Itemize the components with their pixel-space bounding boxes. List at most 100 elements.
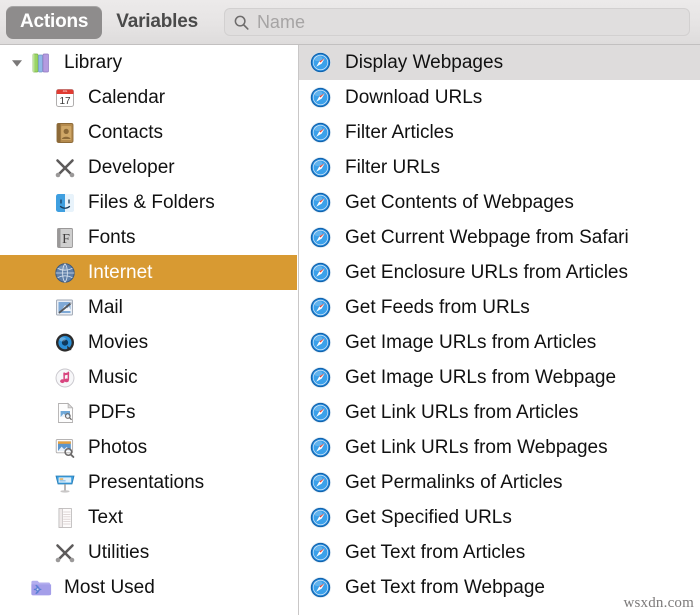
sidebar-item-label: Calendar bbox=[88, 87, 166, 108]
sidebar-item-utilities[interactable]: Utilities bbox=[0, 535, 298, 570]
globe-icon bbox=[55, 262, 75, 283]
safari-compass-icon bbox=[309, 51, 332, 74]
action-label: Get Image URLs from Articles bbox=[345, 332, 597, 353]
safari-compass-icon bbox=[309, 86, 332, 109]
library-sidebar[interactable]: Library JUL 17 Calendar Contacts Develop… bbox=[0, 45, 299, 615]
sidebar-item-presentations[interactable]: Presentations bbox=[0, 465, 298, 500]
action-row[interactable]: Get Link URLs from Webpages bbox=[299, 430, 700, 465]
sidebar-item-label: PDFs bbox=[88, 402, 136, 423]
svg-text:17: 17 bbox=[59, 96, 71, 107]
action-row[interactable]: Get Current Webpage from Safari bbox=[299, 220, 700, 255]
actions-list[interactable]: Display Webpages Download URLs Filter Ar… bbox=[299, 45, 700, 615]
action-row[interactable]: Get Permalinks of Articles bbox=[299, 465, 700, 500]
action-label: Get Permalinks of Articles bbox=[345, 472, 563, 493]
sidebar-item-label: Library bbox=[64, 52, 123, 73]
action-row[interactable]: Download URLs bbox=[299, 80, 700, 115]
search-field[interactable] bbox=[223, 8, 690, 36]
action-label: Get Text from Articles bbox=[345, 542, 526, 563]
sidebar-item-contacts[interactable]: Contacts bbox=[0, 115, 298, 150]
svg-text:F: F bbox=[62, 232, 70, 247]
action-row[interactable]: Get Specified URLs bbox=[299, 500, 700, 535]
site-watermark: wsxdn.com bbox=[623, 595, 694, 611]
safari-compass-icon bbox=[309, 261, 332, 284]
sidebar-item-music[interactable]: Music bbox=[0, 360, 298, 395]
action-label: Filter URLs bbox=[345, 157, 441, 178]
action-row[interactable]: Display Webpages bbox=[299, 45, 700, 80]
smart-folder-icon bbox=[31, 580, 52, 595]
itunes-note-icon bbox=[55, 368, 75, 387]
action-row[interactable]: Get Contents of Webpages bbox=[299, 185, 700, 220]
sidebar-item-calendar[interactable]: JUL 17 Calendar bbox=[0, 80, 298, 115]
sidebar-item-label: Presentations bbox=[88, 472, 205, 493]
action-row[interactable]: Get Text from Articles bbox=[299, 535, 700, 570]
safari-compass-icon bbox=[309, 436, 332, 459]
action-label: Get Link URLs from Webpages bbox=[345, 437, 608, 458]
font-book-icon: F bbox=[57, 227, 73, 248]
toolbar: Actions Variables bbox=[0, 0, 700, 45]
sidebar-item-pdfs[interactable]: PDFs bbox=[0, 395, 298, 430]
sidebar-item-mail[interactable]: Mail bbox=[0, 290, 298, 325]
presentation-icon bbox=[55, 475, 75, 493]
sidebar-item-label: Utilities bbox=[88, 542, 150, 563]
tab-variables[interactable]: Variables bbox=[102, 6, 212, 39]
sidebar-item-internet[interactable]: Internet bbox=[0, 255, 297, 290]
quicktime-icon bbox=[56, 333, 74, 352]
action-label: Download URLs bbox=[345, 87, 483, 108]
action-row[interactable]: Filter Articles bbox=[299, 115, 700, 150]
action-row[interactable]: Get Enclosure URLs from Articles bbox=[299, 255, 700, 290]
sidebar-item-movies[interactable]: Movies bbox=[0, 325, 298, 360]
safari-compass-icon bbox=[309, 366, 332, 389]
sidebar-item-developer[interactable]: Developer bbox=[0, 150, 298, 185]
safari-compass-icon bbox=[309, 296, 332, 319]
action-label: Get Feeds from URLs bbox=[345, 297, 530, 318]
textedit-icon bbox=[58, 507, 72, 528]
utilities-tools-icon bbox=[55, 543, 75, 562]
sidebar-item-label: Internet bbox=[88, 262, 153, 283]
safari-compass-icon bbox=[309, 506, 332, 529]
pdf-page-icon bbox=[58, 402, 74, 423]
sidebar-item-label: Photos bbox=[88, 437, 148, 458]
action-label: Get Contents of Webpages bbox=[345, 192, 574, 213]
action-row[interactable]: Get Link URLs from Articles bbox=[299, 395, 700, 430]
action-row[interactable]: Get Image URLs from Webpage bbox=[299, 360, 700, 395]
sidebar-item-label: Developer bbox=[88, 157, 175, 178]
action-row[interactable]: Get Image URLs from Articles bbox=[299, 325, 700, 360]
safari-compass-icon bbox=[309, 156, 332, 179]
action-label: Get Text from Webpage bbox=[345, 577, 545, 598]
sidebar-item-photos[interactable]: Photos bbox=[0, 430, 298, 465]
sidebar-item-most-used[interactable]: Most Used bbox=[0, 570, 298, 605]
safari-compass-icon bbox=[309, 401, 332, 424]
action-row[interactable]: Filter URLs bbox=[299, 150, 700, 185]
safari-compass-icon bbox=[309, 576, 332, 599]
sidebar-item-label: Movies bbox=[88, 332, 149, 353]
safari-compass-icon bbox=[309, 121, 332, 144]
action-label: Get Image URLs from Webpage bbox=[345, 367, 617, 388]
tab-actions-label: Actions bbox=[20, 10, 89, 32]
safari-compass-icon bbox=[309, 191, 332, 214]
sidebar-item-label: Contacts bbox=[88, 122, 163, 143]
automator-library-window: Actions Variables Name Library JUL 17 Ca… bbox=[0, 0, 700, 615]
sidebar-item-label: Music bbox=[88, 367, 138, 388]
chevron-down-icon[interactable] bbox=[8, 54, 26, 72]
sidebar-item-label: Mail bbox=[88, 297, 123, 318]
sidebar-item-library[interactable]: Library bbox=[0, 45, 298, 80]
sidebar-item-files-and-folders[interactable]: Files & Folders bbox=[0, 185, 298, 220]
photos-preview-icon bbox=[55, 438, 75, 458]
sidebar-item-fonts[interactable]: F Fonts bbox=[0, 220, 298, 255]
action-row[interactable]: Get Feeds from URLs bbox=[299, 290, 700, 325]
safari-compass-icon bbox=[309, 471, 332, 494]
contacts-book-icon bbox=[56, 122, 74, 143]
calendar-icon: JUL 17 bbox=[56, 88, 74, 107]
action-label: Get Specified URLs bbox=[345, 507, 512, 528]
search-input[interactable] bbox=[256, 11, 681, 33]
developer-tools-icon bbox=[55, 158, 75, 177]
safari-compass-icon bbox=[309, 331, 332, 354]
sidebar-item-label: Most Used bbox=[64, 577, 155, 598]
sidebar-item-text[interactable]: Text bbox=[0, 500, 298, 535]
finder-icon bbox=[56, 193, 74, 212]
action-label: Get Current Webpage from Safari bbox=[345, 227, 629, 248]
library-books-icon bbox=[32, 53, 49, 72]
action-label: Filter Articles bbox=[345, 122, 454, 143]
tab-actions[interactable]: Actions bbox=[6, 5, 103, 39]
